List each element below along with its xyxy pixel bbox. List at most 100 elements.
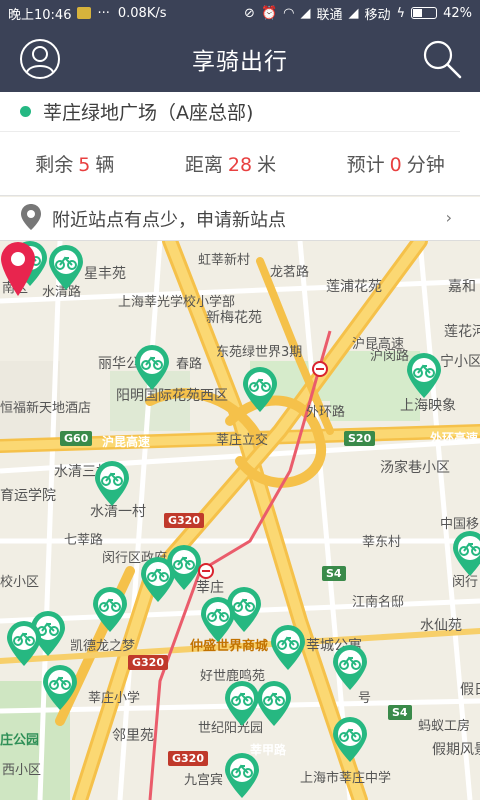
mute-icon: ⊘ [244,5,255,21]
highway-shield: S20 [344,431,376,446]
station-name: 莘庄绿地广场（A座总部) [43,102,254,124]
user-icon[interactable] [18,37,62,81]
map-label: 假日 [460,682,480,698]
map-view[interactable]: 南区 星丰苑 虹莘新村 龙茗路 莲浦花苑 嘉和 水清路 上海莘光学校小学部 新梅… [0,241,480,800]
charging-icon: ϟ [396,5,406,21]
search-icon[interactable] [420,37,464,81]
stat-eta: 预计 0 分钟 [347,150,445,177]
map-label: 阳明国际花苑西区 [116,388,228,404]
bike-station-pin[interactable] [48,245,84,291]
chevron-right-icon: › [445,208,452,227]
bike-station-pin[interactable] [140,557,176,603]
notification-icon [77,7,92,19]
carrier-2: 移动 [364,7,391,23]
map-label: 外环高速 [430,431,479,445]
map-label: 新梅花苑 [206,310,262,326]
battery-percent: 42% [443,5,472,21]
highway-shield: G320 [168,751,208,766]
network-speed: 0.08K/s [117,5,167,21]
bike-station-pin[interactable] [406,353,442,399]
map-label: 东苑绿世界3期 [216,345,303,360]
current-location-marker [1,242,35,296]
location-pin-icon [20,203,42,235]
map-label: 中国移 [440,517,480,532]
metro-station-icon [312,361,328,377]
remaining-value: 5 [78,154,91,176]
bike-station-pin[interactable] [242,367,278,413]
signal-icon: ◢ [300,5,311,21]
map-label: 莘庄小学 [88,691,141,706]
map-label: 汤家巷小区 [380,460,450,476]
stat-remaining: 剩余 5 辆 [35,150,114,177]
status-bar: 晚上10:46 ··· 0.08K/s ⊘ ⏰ ◠ ◢ 联通 ◢ 移动 ϟ 42… [0,0,480,26]
bike-station-pin[interactable] [134,345,170,391]
eta-value: 0 [389,154,402,176]
eta-unit: 分钟 [406,154,445,176]
bike-station-pin[interactable] [256,681,292,727]
more-icon: ··· [97,5,110,21]
bike-station-pin[interactable] [94,461,130,507]
battery-icon [411,7,438,19]
remaining-unit: 辆 [95,154,115,176]
bike-station-pin[interactable] [92,587,128,633]
map-label: 莲浦花苑 [326,279,382,295]
map-label: 育运学院 [0,488,56,504]
station-info-card: 莘庄绿地广场（A座总部) 剩余 5 辆 距离 28 米 预计 0 分钟 [0,92,480,196]
map-label: 九宫宾 [184,773,224,788]
remaining-label: 剩余 [35,154,74,176]
map-label: 庄公园 [0,733,40,748]
map-label: 西小区 [2,763,42,778]
wifi-icon: ◠ [283,5,295,21]
map-label: 星丰苑 [84,266,126,282]
map-label: 虹莘新村 [198,253,251,268]
station-dot-icon [20,106,31,117]
highway-shield: G60 [60,431,93,446]
app-header: 享骑出行 [0,26,480,92]
map-label: 嘉和 [448,279,476,295]
map-label: 龙茗路 [270,265,310,280]
carrier-1: 联通 [316,7,343,23]
map-label: 春路 [176,357,203,372]
highway-shield: S4 [388,705,412,720]
map-label: 恒福新天地酒店 [0,401,92,416]
station-row[interactable]: 莘庄绿地广场（A座总部) [0,92,460,132]
bike-station-pin[interactable] [332,717,368,763]
metro-station-icon [198,563,214,579]
signal-icon-2: ◢ [348,5,359,21]
eta-label: 预计 [346,154,385,176]
bike-station-pin[interactable] [200,597,236,643]
highway-shield: G320 [164,513,204,528]
highway-shield: S4 [322,566,346,581]
alarm-icon: ⏰ [260,5,278,21]
map-label: 宁小区 [440,354,480,370]
bike-station-pin[interactable] [224,753,260,799]
distance-value: 28 [227,154,253,176]
bike-station-pin[interactable] [224,681,260,727]
bike-station-pin[interactable] [452,531,480,577]
bike-station-pin[interactable] [270,625,306,671]
map-label: 沪昆高速 [102,435,151,449]
apply-banner-text: 附近站点有点少，申请新站点 [52,209,286,231]
map-label: 江南名邸 [352,595,405,610]
bike-station-pin[interactable] [6,621,42,667]
page-title: 享骑出行 [192,49,288,75]
bike-station-pin[interactable] [42,665,78,711]
map-label: 凯德龙之梦 [70,639,136,654]
bike-station-pin[interactable] [332,645,368,691]
map-label: 假期风景 [432,742,480,758]
map-label: 莲花河 [444,324,480,340]
map-label: 外环路 [306,405,346,420]
distance-label: 距离 [184,154,223,176]
map-label: 七莘路 [64,533,104,548]
map-label: 水仙苑 [420,618,462,634]
map-label: 沪闵路 [370,349,410,364]
highway-shield: G320 [128,655,168,670]
map-label: 莘东村 [362,535,402,550]
map-label: 莘庄立交 [216,433,269,448]
apply-new-station-banner[interactable]: 附近站点有点少，申请新站点 › [0,197,480,241]
distance-unit: 米 [257,154,277,176]
map-label: 蚂蚁工房 [418,719,471,734]
station-stats: 剩余 5 辆 距离 28 米 预计 0 分钟 [0,132,480,195]
status-time: 晚上10:46 [8,7,72,23]
stat-distance: 距离 28 米 [185,150,276,177]
